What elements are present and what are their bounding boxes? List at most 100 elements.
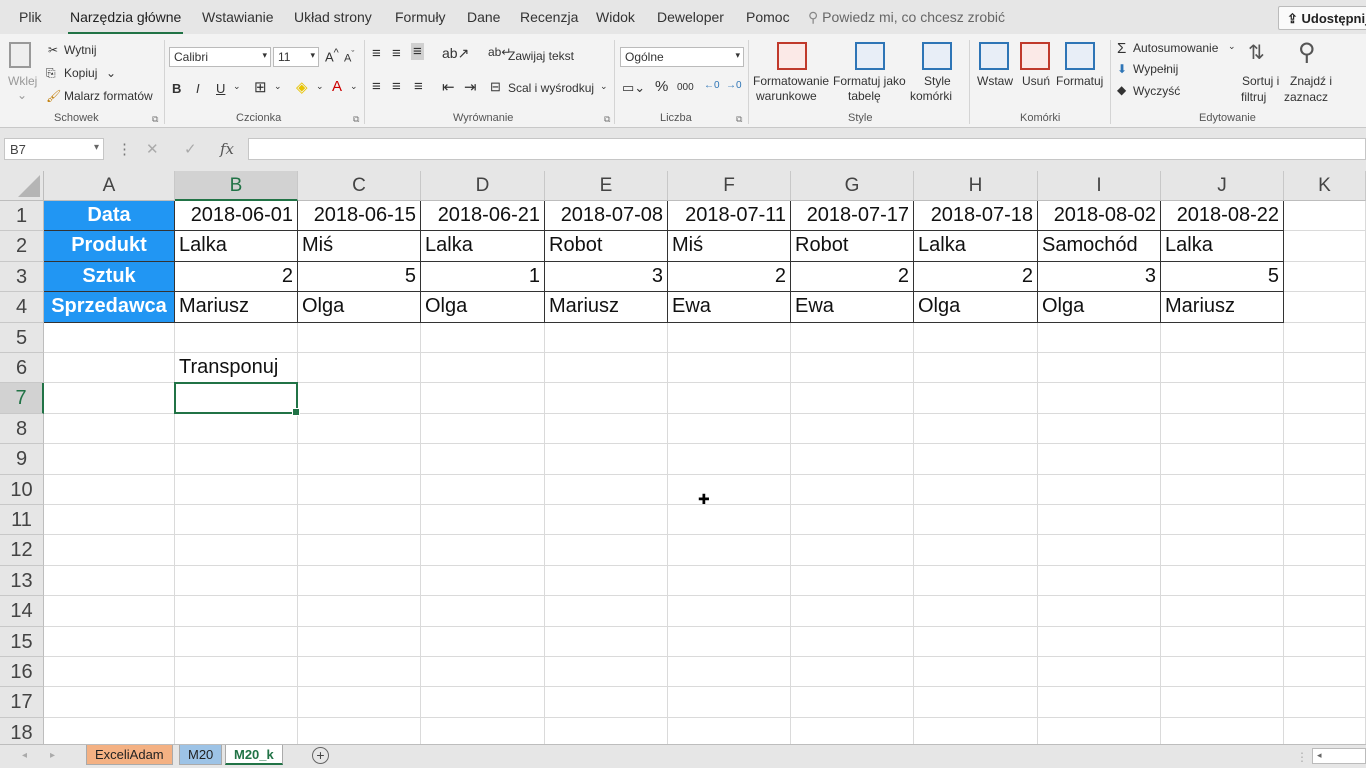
cell-g8[interactable] [791, 413, 914, 445]
borders-icon[interactable]: ⊞ [254, 78, 267, 96]
cell-j14[interactable] [1161, 596, 1284, 627]
cell-f5[interactable] [668, 322, 791, 353]
scroll-options-icon[interactable]: ⋮ [1296, 750, 1308, 764]
cell-i14[interactable] [1038, 596, 1161, 627]
cell-e4[interactable]: Mariusz [545, 292, 668, 323]
cell-g16[interactable] [791, 657, 914, 688]
cell-b11[interactable] [175, 505, 298, 536]
cell-b12[interactable] [175, 535, 298, 566]
cell-k16[interactable] [1284, 657, 1366, 688]
alignment-dialog-launcher-icon[interactable]: ⧉ [604, 114, 610, 125]
horizontal-scrollbar[interactable]: ◂ [1312, 748, 1366, 764]
cell-k4[interactable] [1284, 292, 1366, 323]
cell-d18[interactable] [421, 717, 545, 744]
cell-i16[interactable] [1038, 657, 1161, 688]
cell-c10[interactable] [298, 474, 421, 505]
decrease-indent-icon[interactable]: ⇤ [442, 78, 455, 96]
cell-e3[interactable]: 3 [545, 261, 668, 293]
cell-h14[interactable] [914, 596, 1038, 627]
fill-color-icon[interactable]: ◈ [296, 78, 308, 96]
cell-i11[interactable] [1038, 505, 1161, 536]
column-header-d[interactable]: D [421, 171, 545, 201]
cell-f14[interactable] [668, 596, 791, 627]
format-as-table-button[interactable]: Formatuj jako [833, 74, 906, 88]
row-header-7[interactable]: 7 [0, 383, 44, 414]
cell-a11[interactable] [44, 505, 175, 536]
cell-d17[interactable] [421, 687, 545, 718]
tab-review[interactable]: Recenzja [520, 9, 578, 25]
cell-c9[interactable] [298, 444, 421, 475]
cell-k6[interactable] [1284, 353, 1366, 384]
cell-a14[interactable] [44, 596, 175, 627]
font-color-icon[interactable]: A [332, 78, 342, 95]
autosum-button[interactable]: Autosumowanie [1133, 41, 1218, 55]
cell-f13[interactable] [668, 565, 791, 597]
cell-f7[interactable] [668, 383, 791, 414]
row-header-2[interactable]: 2 [0, 231, 44, 262]
cell-i10[interactable] [1038, 474, 1161, 505]
font-color-dropdown-icon[interactable]: ⌄ [350, 81, 358, 92]
sort-filter-button[interactable]: Sortuj i [1242, 74, 1279, 88]
cell-f17[interactable] [668, 687, 791, 718]
cell-k18[interactable] [1284, 717, 1366, 744]
paste-button[interactable]: Wklej [8, 74, 37, 88]
cell-j15[interactable] [1161, 626, 1284, 657]
select-all-button[interactable] [0, 171, 44, 201]
cell-j12[interactable] [1161, 535, 1284, 566]
fill-button[interactable]: Wypełnij [1133, 62, 1178, 76]
cell-c18[interactable] [298, 717, 421, 744]
cell-i6[interactable] [1038, 353, 1161, 384]
cell-d16[interactable] [421, 657, 545, 688]
copy-dropdown-icon[interactable]: ⌄ [106, 66, 116, 80]
cell-f12[interactable] [668, 535, 791, 566]
cell-d9[interactable] [421, 444, 545, 475]
cell-h15[interactable] [914, 626, 1038, 657]
cell-h1[interactable]: 2018-07-18 [914, 201, 1038, 232]
cell-e6[interactable] [545, 353, 668, 384]
cell-e10[interactable] [545, 474, 668, 505]
cell-b8[interactable] [175, 413, 298, 445]
cell-c2[interactable]: Miś [298, 231, 421, 262]
cell-k15[interactable] [1284, 626, 1366, 657]
cell-g12[interactable] [791, 535, 914, 566]
cell-h5[interactable] [914, 322, 1038, 353]
bold-button[interactable]: B [172, 81, 181, 96]
cell-e12[interactable] [545, 535, 668, 566]
paste-icon[interactable] [9, 42, 31, 68]
cell-i2[interactable]: Samochód [1038, 231, 1161, 262]
delete-cells-icon[interactable] [1020, 42, 1050, 70]
tab-data[interactable]: Dane [467, 9, 500, 25]
share-button[interactable]: ⇪ Udostępnij [1278, 6, 1366, 30]
cell-a4[interactable]: Sprzedawca [44, 292, 175, 323]
cell-f3[interactable]: 2 [668, 261, 791, 293]
cell-g14[interactable] [791, 596, 914, 627]
cell-c12[interactable] [298, 535, 421, 566]
cell-b1[interactable]: 2018-06-01 [175, 201, 298, 232]
cell-h3[interactable]: 2 [914, 261, 1038, 293]
cell-k3[interactable] [1284, 261, 1366, 293]
sheet-tab-exceliadam[interactable]: ExceliAdam [86, 745, 173, 765]
cell-h8[interactable] [914, 413, 1038, 445]
cell-e15[interactable] [545, 626, 668, 657]
cell-i3[interactable]: 3 [1038, 261, 1161, 293]
tab-page-layout[interactable]: Układ strony [294, 9, 372, 25]
cell-a12[interactable] [44, 535, 175, 566]
cell-k5[interactable] [1284, 322, 1366, 353]
cell-b5[interactable] [175, 322, 298, 353]
fill-color-dropdown-icon[interactable]: ⌄ [316, 81, 324, 92]
cancel-icon[interactable]: ✕ [146, 140, 159, 158]
cell-h9[interactable] [914, 444, 1038, 475]
decrease-font-icon[interactable]: Aˇ [344, 49, 354, 65]
cell-a13[interactable] [44, 565, 175, 597]
sort-filter-icon[interactable]: ⇅ [1248, 40, 1265, 65]
cell-f10[interactable] [668, 474, 791, 505]
cell-g4[interactable]: Ewa [791, 292, 914, 323]
cell-k17[interactable] [1284, 687, 1366, 718]
row-header-3[interactable]: 3 [0, 261, 44, 293]
cell-c4[interactable]: Olga [298, 292, 421, 323]
cell-a17[interactable] [44, 687, 175, 718]
cell-k13[interactable] [1284, 565, 1366, 597]
tab-help[interactable]: Pomoc [746, 9, 790, 25]
cell-h16[interactable] [914, 657, 1038, 688]
align-center-icon[interactable]: ≡ [392, 78, 401, 95]
